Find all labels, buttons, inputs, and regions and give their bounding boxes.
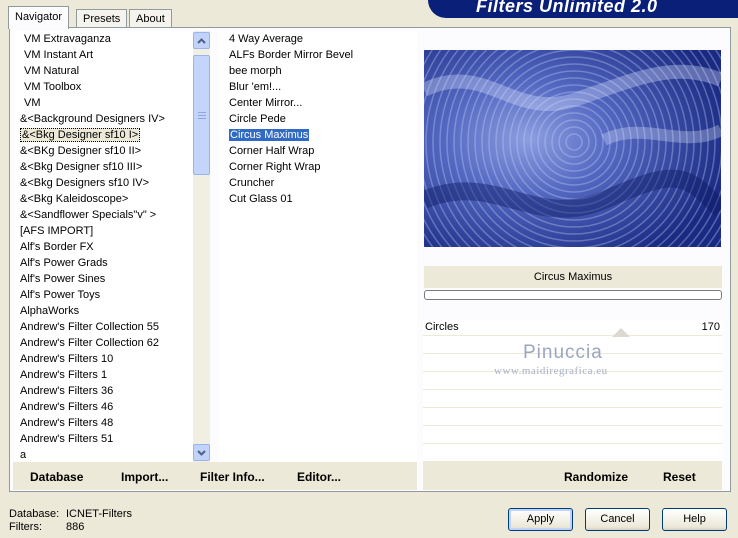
- filter-item[interactable]: Cruncher: [218, 175, 417, 191]
- param-row-empty: [423, 410, 722, 426]
- category-item[interactable]: VM Natural: [14, 63, 193, 79]
- category-list[interactable]: VM Extravaganza VM Instant Art VM Natural V…: [14, 31, 193, 462]
- category-item[interactable]: [AFS IMPORT]: [14, 223, 193, 239]
- apply-button[interactable]: Apply: [508, 508, 573, 531]
- category-item[interactable]: VM Instant Art: [14, 47, 193, 63]
- filter-item[interactable]: Circus Maximus: [218, 127, 417, 143]
- category-scrollbar[interactable]: [193, 31, 210, 462]
- filters-count-label: Filters:: [9, 521, 42, 533]
- preview-action-bar: Randomize Reset: [423, 462, 722, 490]
- param-circles-row[interactable]: Circles 170: [423, 320, 722, 337]
- database-value: ICNET-Filters: [66, 508, 132, 520]
- filters-count-value: 886: [66, 521, 85, 533]
- filter-item[interactable]: Blur 'em!...: [218, 79, 417, 95]
- param-circles-label: Circles: [425, 321, 459, 333]
- randomize-button[interactable]: Randomize: [564, 470, 628, 484]
- category-item[interactable]: a: [14, 447, 193, 462]
- param-row-empty: [423, 428, 722, 444]
- app-title: Filters Unlimited 2.0: [476, 0, 658, 16]
- category-item[interactable]: &<Bkg Designer sf10 III>: [14, 159, 193, 175]
- category-item[interactable]: VM Toolbox: [14, 79, 193, 95]
- category-item[interactable]: &<Background Designers IV>: [14, 111, 193, 127]
- filter-item[interactable]: Corner Half Wrap: [218, 143, 417, 159]
- preview-image: [424, 50, 721, 247]
- category-item[interactable]: VM Extravaganza: [14, 31, 193, 47]
- param-row-empty: [423, 392, 722, 408]
- scroll-thumb[interactable]: [193, 55, 210, 175]
- category-item[interactable]: Andrew's Filters 48: [14, 415, 193, 431]
- cancel-button[interactable]: Cancel: [585, 508, 650, 531]
- help-button[interactable]: Help: [662, 508, 727, 531]
- category-item[interactable]: Alf's Power Sines: [14, 271, 193, 287]
- category-item[interactable]: Alf's Power Grads: [14, 255, 193, 271]
- category-item[interactable]: &<Bkg Designer sf10 I>: [14, 127, 193, 143]
- category-item[interactable]: AlphaWorks: [14, 303, 193, 319]
- filter-item[interactable]: Corner Right Wrap: [218, 159, 417, 175]
- category-item[interactable]: Andrew's Filters 10: [14, 351, 193, 367]
- category-item[interactable]: &<Sandflower Specials"v" >: [14, 207, 193, 223]
- category-item[interactable]: Alf's Border FX: [14, 239, 193, 255]
- scroll-up-button[interactable]: [193, 32, 210, 49]
- category-item[interactable]: &<Bkg Kaleidoscope>: [14, 191, 193, 207]
- progress-bar: [424, 290, 722, 300]
- parameter-panel: Circles 170 Pinuccia www.maidiregrafica.…: [423, 320, 722, 462]
- import-button[interactable]: Import...: [121, 470, 168, 484]
- category-item[interactable]: Andrew's Filter Collection 62: [14, 335, 193, 351]
- tab-navigator[interactable]: Navigator: [8, 6, 70, 29]
- category-item[interactable]: Andrew's Filters 51: [14, 431, 193, 447]
- tab-presets[interactable]: Presets: [76, 9, 128, 29]
- database-button[interactable]: Database: [30, 470, 83, 484]
- chevron-down-icon: [197, 449, 206, 456]
- filter-item[interactable]: Center Mirror...: [218, 95, 417, 111]
- filter-info-button[interactable]: Filter Info...: [200, 470, 265, 484]
- watermark-title: Pinuccia: [523, 342, 603, 363]
- category-item[interactable]: VM: [14, 95, 193, 111]
- chevron-up-icon: [197, 37, 206, 44]
- watermark-url: www.maidiregrafica.eu: [494, 365, 608, 377]
- filter-item[interactable]: Cut Glass 01: [218, 191, 417, 207]
- preview-filter-name: Circus Maximus: [424, 266, 722, 288]
- category-item[interactable]: Alf's Power Toys: [14, 287, 193, 303]
- editor-button[interactable]: Editor...: [297, 470, 341, 484]
- filter-item[interactable]: 4 Way Average: [218, 31, 417, 47]
- reset-button[interactable]: Reset: [663, 470, 696, 484]
- filter-item[interactable]: bee morph: [218, 63, 417, 79]
- category-item[interactable]: Andrew's Filters 1: [14, 367, 193, 383]
- list-action-bar: Database Import... Filter Info... Editor…: [13, 462, 417, 490]
- param-circles-value: 170: [701, 321, 720, 333]
- scroll-down-button[interactable]: [193, 444, 210, 461]
- param-circles-slider-thumb[interactable]: [612, 328, 630, 337]
- category-item[interactable]: Andrew's Filters 36: [14, 383, 193, 399]
- category-item[interactable]: &<BKg Designer sf10 II>: [14, 143, 193, 159]
- database-label: Database:: [9, 508, 60, 520]
- category-item[interactable]: &<Bkg Designers sf10 IV>: [14, 175, 193, 191]
- filter-list[interactable]: 4 Way Average ALFs Border Mirror Bevel bee…: [218, 31, 417, 462]
- tab-about[interactable]: About: [129, 9, 172, 29]
- app-banner: Filters Unlimited 2.0: [428, 0, 738, 18]
- category-item[interactable]: Andrew's Filter Collection 55: [14, 319, 193, 335]
- category-item[interactable]: Andrew's Filters 46: [14, 399, 193, 415]
- param-row-empty: [423, 446, 722, 462]
- filter-item[interactable]: ALFs Border Mirror Bevel: [218, 47, 417, 63]
- filter-item[interactable]: Circle Pede: [218, 111, 417, 127]
